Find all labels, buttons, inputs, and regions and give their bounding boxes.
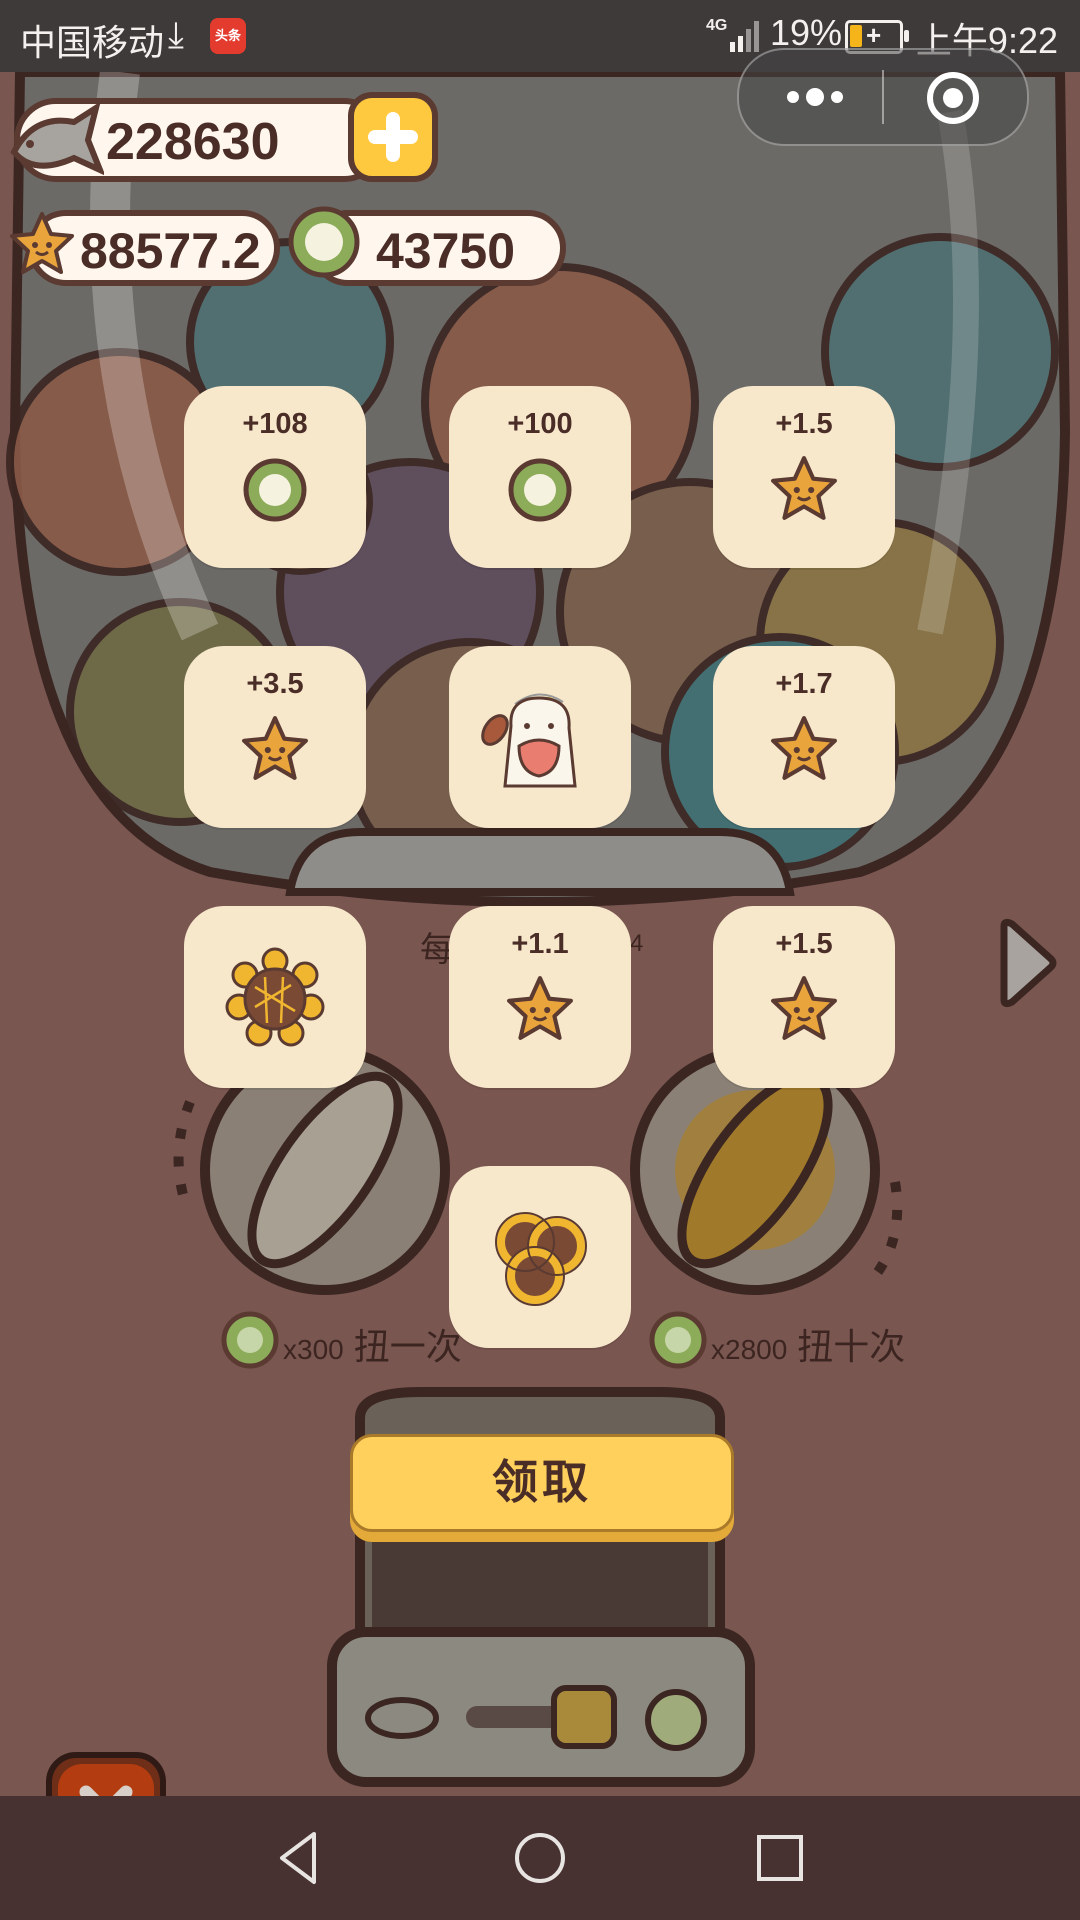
- star-icon: [242, 716, 308, 780]
- reward-amount: +1.7: [775, 668, 833, 700]
- reward-card-character: [449, 646, 631, 828]
- machine-label: 4: [630, 930, 644, 957]
- home-icon[interactable]: [508, 1826, 572, 1890]
- claim-button[interactable]: 领取: [350, 1434, 734, 1532]
- reward-card: +1.5: [713, 906, 895, 1088]
- reward-card-sunflower-bunch: [449, 1166, 631, 1348]
- coin-icon: [508, 458, 572, 522]
- reward-card: +100: [449, 386, 631, 568]
- network-type: 4G: [706, 17, 728, 34]
- plus-icon: [368, 112, 418, 162]
- reward-amount: +1.1: [511, 928, 569, 960]
- fish-icon: [10, 101, 104, 176]
- reward-amount: +1.5: [775, 928, 833, 960]
- star-icon: [771, 716, 837, 780]
- reward-card-sunflower: [184, 906, 366, 1088]
- star-icon: [771, 456, 837, 520]
- spin-once-label: 扭一次: [353, 1326, 462, 1367]
- reward-amount: +1.5: [775, 408, 833, 440]
- coin-count: 43750: [376, 223, 516, 279]
- exit-miniprogram-icon[interactable]: [925, 70, 981, 126]
- star-icon: [771, 976, 837, 1040]
- spin-ten-label: 扭十次: [797, 1326, 906, 1367]
- spin-once-cost: x300: [283, 1334, 344, 1365]
- reward-card: +1.5: [713, 386, 895, 568]
- recents-icon[interactable]: [748, 1826, 812, 1890]
- coin-icon: [649, 1311, 707, 1369]
- character-icon: [481, 693, 577, 788]
- coin-icon: [288, 206, 360, 278]
- news-app-icon: 头条: [210, 18, 246, 54]
- coin-icon: [221, 1311, 279, 1369]
- navigation-bar: [0, 1796, 1080, 1920]
- carrier-name: 中国移动: [20, 22, 165, 63]
- star-count: 88577.2: [80, 223, 261, 279]
- add-fish-button[interactable]: [348, 92, 438, 182]
- reward-card: +1.7: [713, 646, 895, 828]
- next-arrow-icon[interactable]: [996, 918, 1058, 1008]
- star-icon: [10, 212, 74, 274]
- coin-icon: [243, 458, 307, 522]
- star-icon: [507, 976, 573, 1040]
- reward-card: +108: [184, 386, 366, 568]
- back-icon[interactable]: [268, 1826, 332, 1890]
- sunflower-bunch-icon: [495, 1212, 587, 1306]
- reward-amount: +100: [507, 408, 573, 440]
- reward-card: +1.1: [449, 906, 631, 1088]
- reward-card: +3.5: [184, 646, 366, 828]
- miniprogram-capsule: [737, 48, 1029, 146]
- spin-once-option[interactable]: x300 扭一次: [283, 1318, 462, 1370]
- fish-count: 228630: [106, 113, 280, 171]
- spin-ten-cost: x2800: [711, 1334, 788, 1365]
- reward-amount: +3.5: [246, 668, 304, 700]
- more-options-icon[interactable]: [779, 72, 851, 122]
- sunflower-icon: [225, 947, 325, 1047]
- capsule-divider: [882, 70, 884, 124]
- reward-amount: +108: [242, 408, 308, 440]
- download-icon: ⤓: [168, 14, 184, 55]
- spin-ten-option[interactable]: x2800 扭十次: [711, 1318, 905, 1370]
- signal-icon: [730, 21, 759, 52]
